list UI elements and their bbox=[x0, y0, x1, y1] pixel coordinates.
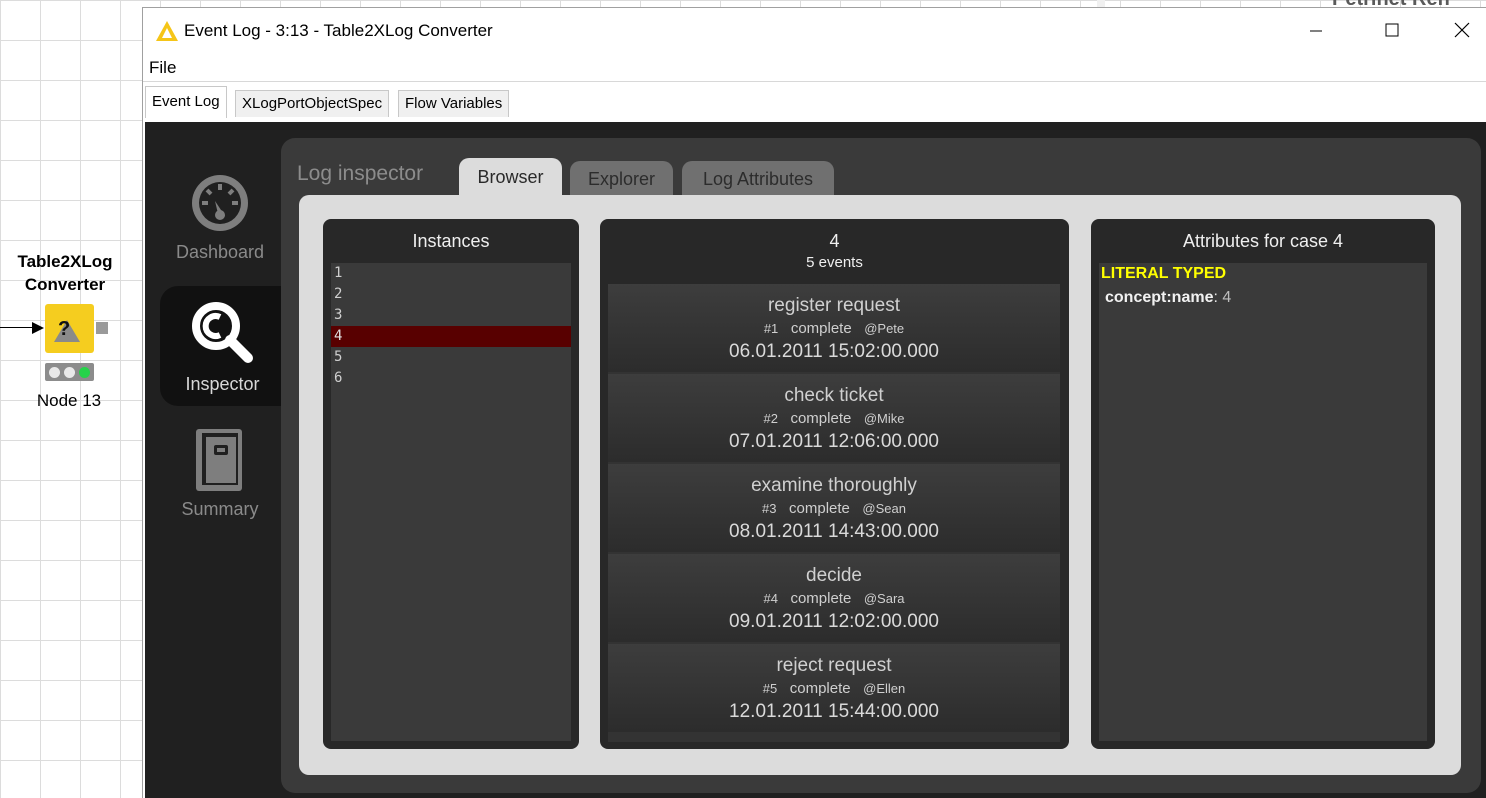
status-light-yellow bbox=[64, 366, 75, 378]
list-item-selected[interactable]: 4 bbox=[331, 326, 571, 347]
notebook-icon bbox=[196, 429, 242, 491]
node-icon[interactable]: ? bbox=[45, 304, 94, 353]
minimize-button[interactable] bbox=[1293, 8, 1339, 52]
sidebar-item-inspector[interactable]: Inspector bbox=[160, 286, 285, 406]
output-port[interactable] bbox=[96, 322, 108, 334]
event-name: register request bbox=[767, 295, 900, 316]
node-label: Node 13 bbox=[36, 391, 102, 410]
event-name: examine thoroughly bbox=[751, 475, 917, 496]
event-card[interactable]: check ticket #2 complete @Mike 07.01.201… bbox=[608, 374, 1060, 462]
connection-line bbox=[0, 327, 34, 328]
titlebar[interactable]: Event Log - 3:13 - Table2XLog Converter bbox=[143, 8, 1486, 54]
tab-log-attributes[interactable]: Log Attributes bbox=[682, 161, 834, 198]
attributes-area: LITERAL TYPED concept:name: 4 bbox=[1099, 263, 1427, 741]
instances-header: Instances bbox=[412, 231, 490, 251]
minimize-icon bbox=[1310, 30, 1322, 32]
tab-event-log[interactable]: Event Log bbox=[145, 86, 227, 118]
close-icon bbox=[1454, 22, 1470, 38]
event-timestamp: 08.01.2011 14:43:00.000 bbox=[729, 521, 939, 542]
sidebar-label-summary: Summary bbox=[181, 499, 259, 519]
input-port-arrow-icon[interactable] bbox=[32, 322, 44, 334]
event-name: reject request bbox=[776, 655, 892, 676]
list-item[interactable]: 2 bbox=[331, 284, 571, 305]
maximize-icon bbox=[1385, 23, 1399, 37]
menubar: File bbox=[143, 54, 1486, 82]
list-item[interactable]: 1 bbox=[331, 263, 571, 284]
event-meta: #5 complete @Ellen bbox=[762, 680, 906, 697]
event-meta: #4 complete @Sara bbox=[763, 590, 905, 607]
case-title: 4 bbox=[829, 231, 840, 251]
list-item[interactable]: 6 bbox=[331, 368, 571, 389]
status-light-red bbox=[49, 366, 60, 378]
knime-warning-icon bbox=[156, 21, 178, 41]
attribute-row: concept:name: 4 bbox=[1105, 289, 1231, 307]
menu-file[interactable]: File bbox=[149, 58, 176, 78]
event-card[interactable]: decide #4 complete @Sara 09.01.2011 12:0… bbox=[608, 554, 1060, 642]
tab-xlog-port-object-spec[interactable]: XLogPortObjectSpec bbox=[235, 90, 390, 117]
list-item[interactable]: 5 bbox=[331, 347, 571, 368]
tab-browser[interactable]: Browser bbox=[459, 158, 562, 198]
close-button[interactable] bbox=[1439, 8, 1485, 52]
event-meta: #1 complete @Pete bbox=[763, 320, 905, 337]
event-card[interactable]: register request #1 complete @Pete 06.01… bbox=[608, 284, 1060, 372]
list-item[interactable]: 3 bbox=[331, 305, 571, 326]
log-visualizer: Dashboard Inspector Summary Log inspecto… bbox=[145, 122, 1486, 798]
event-name: check ticket bbox=[784, 385, 884, 406]
window-title: Event Log - 3:13 - Table2XLog Converter bbox=[184, 21, 493, 40]
inspector-panel: Log inspector Browser Explorer Log Attri… bbox=[281, 138, 1481, 793]
panel-title: Log inspector bbox=[297, 162, 424, 185]
node-title-line-2: Converter bbox=[24, 275, 106, 294]
view-tabs: Event Log XLogPortObjectSpec Flow Variab… bbox=[143, 84, 1486, 118]
event-log-window: Event Log - 3:13 - Table2XLog Converter … bbox=[142, 7, 1486, 798]
magnifier-icon bbox=[191, 302, 253, 363]
event-timestamp: 07.01.2011 12:06:00.000 bbox=[729, 431, 939, 452]
instances-list[interactable]: 1 2 3 4 5 6 bbox=[331, 263, 571, 741]
case-events-box: 4 5 events register request #1 complete … bbox=[600, 219, 1069, 749]
attributes-header: Attributes for case 4 bbox=[1182, 231, 1344, 251]
dashboard-gauge-icon bbox=[192, 175, 248, 231]
svg-text:?: ? bbox=[58, 318, 70, 340]
event-card[interactable]: examine thoroughly #3 complete @Sean 08.… bbox=[608, 464, 1060, 552]
node-title: Table2XLog Converter bbox=[0, 250, 130, 296]
browser-content: Instances 1 2 3 4 5 6 4 5 events registe… bbox=[299, 195, 1461, 775]
attribute-value: 4 bbox=[1222, 289, 1232, 306]
sidebar-label-dashboard: Dashboard bbox=[175, 242, 265, 262]
case-attributes-box: Attributes for case 4 LITERAL TYPED conc… bbox=[1091, 219, 1435, 749]
attribute-separator: : bbox=[1213, 289, 1218, 306]
node-status-lights bbox=[45, 363, 94, 381]
status-light-green bbox=[79, 366, 90, 378]
converter-icon: ? bbox=[54, 318, 80, 342]
event-timestamp: 06.01.2011 15:02:00.000 bbox=[729, 341, 939, 362]
sidebar-item-summary[interactable]: Summary bbox=[161, 417, 279, 537]
attributes-section-heading: LITERAL TYPED bbox=[1101, 265, 1227, 282]
tab-flow-variables[interactable]: Flow Variables bbox=[398, 90, 510, 117]
event-card[interactable]: reject request #5 complete @Ellen 12.01.… bbox=[608, 644, 1060, 732]
attribute-key: concept:name bbox=[1105, 289, 1214, 306]
event-name: decide bbox=[806, 565, 862, 586]
event-meta: #3 complete @Sean bbox=[762, 500, 906, 517]
case-event-count: 5 events bbox=[806, 254, 863, 271]
node-title-line-1: Table2XLog bbox=[17, 252, 113, 271]
sidebar-label-inspector: Inspector bbox=[185, 374, 260, 394]
event-meta: #2 complete @Mike bbox=[763, 410, 905, 427]
tab-explorer[interactable]: Explorer bbox=[570, 161, 673, 198]
sidebar-item-dashboard[interactable]: Dashboard bbox=[161, 162, 279, 282]
event-timestamp: 12.01.2011 15:44:00.000 bbox=[729, 701, 939, 722]
maximize-button[interactable] bbox=[1369, 8, 1415, 52]
events-list[interactable]: register request #1 complete @Pete 06.01… bbox=[608, 284, 1060, 742]
event-timestamp: 09.01.2011 12:02:00.000 bbox=[729, 611, 939, 632]
instances-box: Instances 1 2 3 4 5 6 bbox=[323, 219, 579, 749]
